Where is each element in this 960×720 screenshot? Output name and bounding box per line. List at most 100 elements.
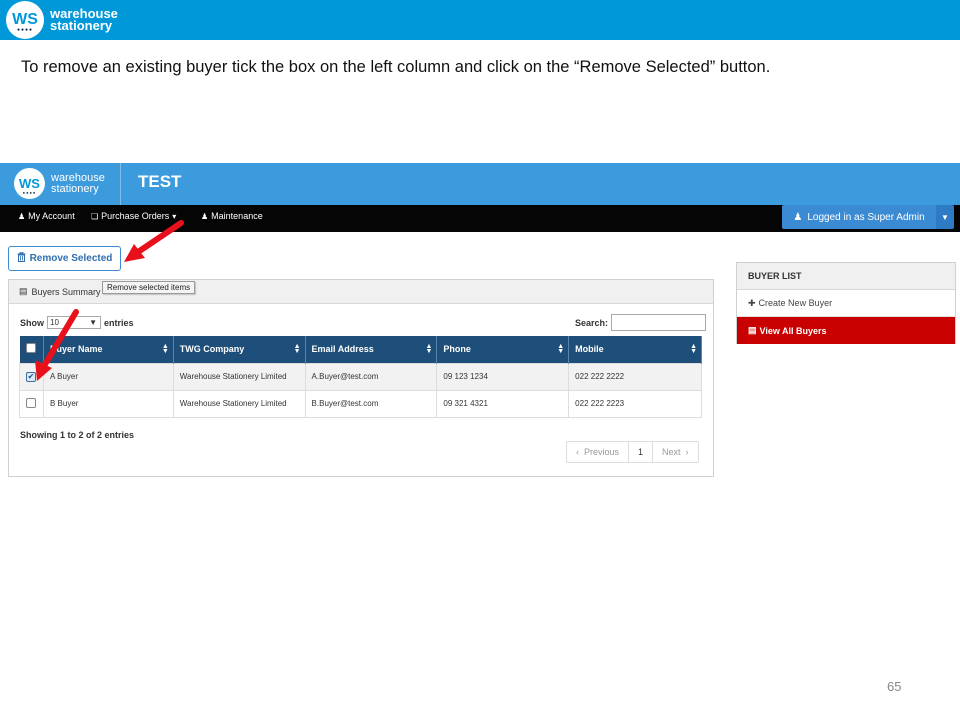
logged-in-button[interactable]: ♟ Logged in as Super Admin <box>782 205 936 229</box>
user-icon: ♟ <box>18 211 26 221</box>
buyer-name: A Buyer <box>42 362 174 391</box>
column-label: Buyer Name <box>49 344 103 355</box>
pagination: ‹ Previous 1 Next › <box>566 441 699 463</box>
nav-label: Purchase Orders <box>101 211 170 221</box>
search-control: Search: <box>575 314 707 331</box>
pager-next[interactable]: Next › <box>653 442 698 462</box>
remove-selected-label: Remove Selected <box>29 253 113 264</box>
column-label: Mobile <box>575 344 604 355</box>
row-checkbox-checked[interactable]: ✔ <box>26 371 36 382</box>
chevron-right-icon: › <box>680 447 689 457</box>
sort-icon: ▲ ▼ <box>425 343 433 355</box>
table-row: ✔ A Buyer Warehouse Stationery Limited A… <box>19 362 702 391</box>
buyer-email-link[interactable]: A.Buyer@test.com <box>304 362 438 391</box>
logo-dots: ●●●● <box>16 27 34 33</box>
buyer-name: B Buyer <box>42 389 174 418</box>
buyer-list-title: BUYER LIST <box>737 263 955 290</box>
chevron-left-icon: ‹ <box>576 447 584 457</box>
buyer-email-link[interactable]: B.Buyer@test.com <box>304 389 438 418</box>
select-all-checkbox[interactable] <box>25 343 36 354</box>
list-icon: ▤ <box>19 286 28 296</box>
buyer-mobile: 022 222 2223 <box>568 389 702 418</box>
column-label: Phone <box>443 344 471 355</box>
search-input[interactable] <box>611 314 707 331</box>
table-info: Showing 1 to 2 of 2 entries <box>20 430 135 440</box>
logo-wordmark: warehouse stationery <box>50 6 118 33</box>
table-row: B Buyer Warehouse Stationery Limited B.B… <box>19 389 702 418</box>
pager-next-label: Next <box>662 447 681 457</box>
ws-logo-mark: WS ●●●● <box>14 168 45 199</box>
page-length-control: Show 10 ▼ entries <box>20 316 134 329</box>
caret-down-icon: ▼ <box>941 212 949 222</box>
user-icon: ♟ <box>793 211 803 223</box>
logo-line2: stationery <box>50 18 113 33</box>
buyer-phone: 09 123 1234 <box>436 362 570 391</box>
view-all-buyers-link[interactable]: ▤ View All Buyers <box>737 317 955 344</box>
table-header-row: Buyer Name ▲ ▼ TWG Company ▲ ▼ Email Address… <box>19 336 702 363</box>
remove-tooltip: Remove selected items <box>102 281 196 294</box>
nav-label: My Account <box>28 211 75 221</box>
select-all-header[interactable] <box>19 336 44 363</box>
view-all-buyers-label: View All Buyers <box>759 325 827 336</box>
slide: WS ●●●● warehouse stationery To remove a… <box>0 0 960 720</box>
list-icon: ▤ <box>748 325 757 335</box>
sort-icon: ▲ ▼ <box>557 343 565 355</box>
nav-purchase-orders[interactable]: ❏ Purchase Orders ▾ <box>91 211 176 221</box>
app-logo[interactable]: WS ●●●● warehouse stationery <box>14 168 105 199</box>
page-number: 65 <box>887 679 902 694</box>
row-checkbox[interactable] <box>26 397 36 408</box>
logo-wordmark: warehouse stationery <box>51 172 105 195</box>
show-label: Show <box>20 317 44 328</box>
create-new-buyer-link[interactable]: ✚ Create New Buyer <box>737 290 955 317</box>
caret-down-icon: ▾ <box>172 211 177 221</box>
sort-icon: ▲ ▼ <box>161 343 169 355</box>
panel-title: Buyers Summary <box>31 286 101 297</box>
remove-selected-button[interactable]: Remove Selected <box>8 246 121 271</box>
column-header-phone[interactable]: Phone ▲ ▼ <box>436 336 570 363</box>
login-dropdown-toggle[interactable]: ▼ <box>936 205 954 229</box>
header-divider <box>120 163 121 205</box>
warehouse-stationery-logo: WS ●●●● warehouse stationery <box>6 1 118 39</box>
nav-my-account[interactable]: ♟ My Account <box>18 211 75 221</box>
plus-icon: ✚ <box>748 297 756 308</box>
create-new-buyer-label: Create New Buyer <box>758 298 833 308</box>
app-title: TEST <box>138 172 182 191</box>
search-label: Search: <box>575 317 609 328</box>
column-label: Email Address <box>311 344 374 355</box>
nav-maintenance[interactable]: ♟ Maintenance <box>201 211 263 221</box>
buyer-mobile: 022 222 2222 <box>568 362 702 391</box>
column-header-buyer-name[interactable]: Buyer Name ▲ ▼ <box>43 336 174 363</box>
buyer-phone: 09 321 4321 <box>436 389 570 418</box>
column-header-twg-company[interactable]: TWG Company ▲ ▼ <box>173 336 306 363</box>
login-label: Logged in as Super Admin <box>807 211 925 223</box>
logo-line1: warehouse <box>51 172 105 185</box>
buyer-company: Warehouse Stationery Limited <box>172 389 306 418</box>
column-header-email[interactable]: Email Address ▲ ▼ <box>305 336 438 363</box>
documents-icon: ❏ <box>91 211 99 221</box>
row-select-cell: ✔ <box>19 362 44 391</box>
logo-line2: stationery <box>51 182 99 195</box>
trash-icon <box>17 251 26 265</box>
sort-icon: ▲ ▼ <box>690 343 697 355</box>
ws-logo-mark: WS ●●●● <box>6 1 44 39</box>
nav-label: Maintenance <box>211 211 263 221</box>
instruction-text: To remove an existing buyer tick the box… <box>21 58 771 76</box>
logo-dots: ●●●● <box>22 190 37 195</box>
user-icon: ♟ <box>201 211 209 221</box>
buyer-list-panel: BUYER LIST ✚ Create New Buyer ▤ View All… <box>736 262 956 344</box>
slide-header: WS ●●●● warehouse stationery <box>0 0 960 40</box>
page-length-select[interactable]: 10 ▼ <box>47 316 101 329</box>
buyers-table: Buyer Name ▲ ▼ TWG Company ▲ ▼ Email Address… <box>19 336 702 418</box>
pager-page-1[interactable]: 1 <box>629 442 654 462</box>
column-header-mobile[interactable]: Mobile ▲ ▼ <box>568 336 702 363</box>
sort-icon: ▲ ▼ <box>293 343 301 355</box>
buyer-company: Warehouse Stationery Limited <box>172 362 306 391</box>
pager-previous-label: Previous <box>584 447 620 457</box>
app-header: WS ●●●● warehouse stationery TEST <box>0 163 960 205</box>
pager-previous[interactable]: ‹ Previous <box>567 442 630 462</box>
logo-mark-text: WS <box>19 176 40 191</box>
column-label: TWG Company <box>179 344 245 355</box>
caret-down-icon: ▼ <box>89 318 97 327</box>
entries-label: entries <box>104 317 134 328</box>
row-select-cell <box>19 389 44 418</box>
